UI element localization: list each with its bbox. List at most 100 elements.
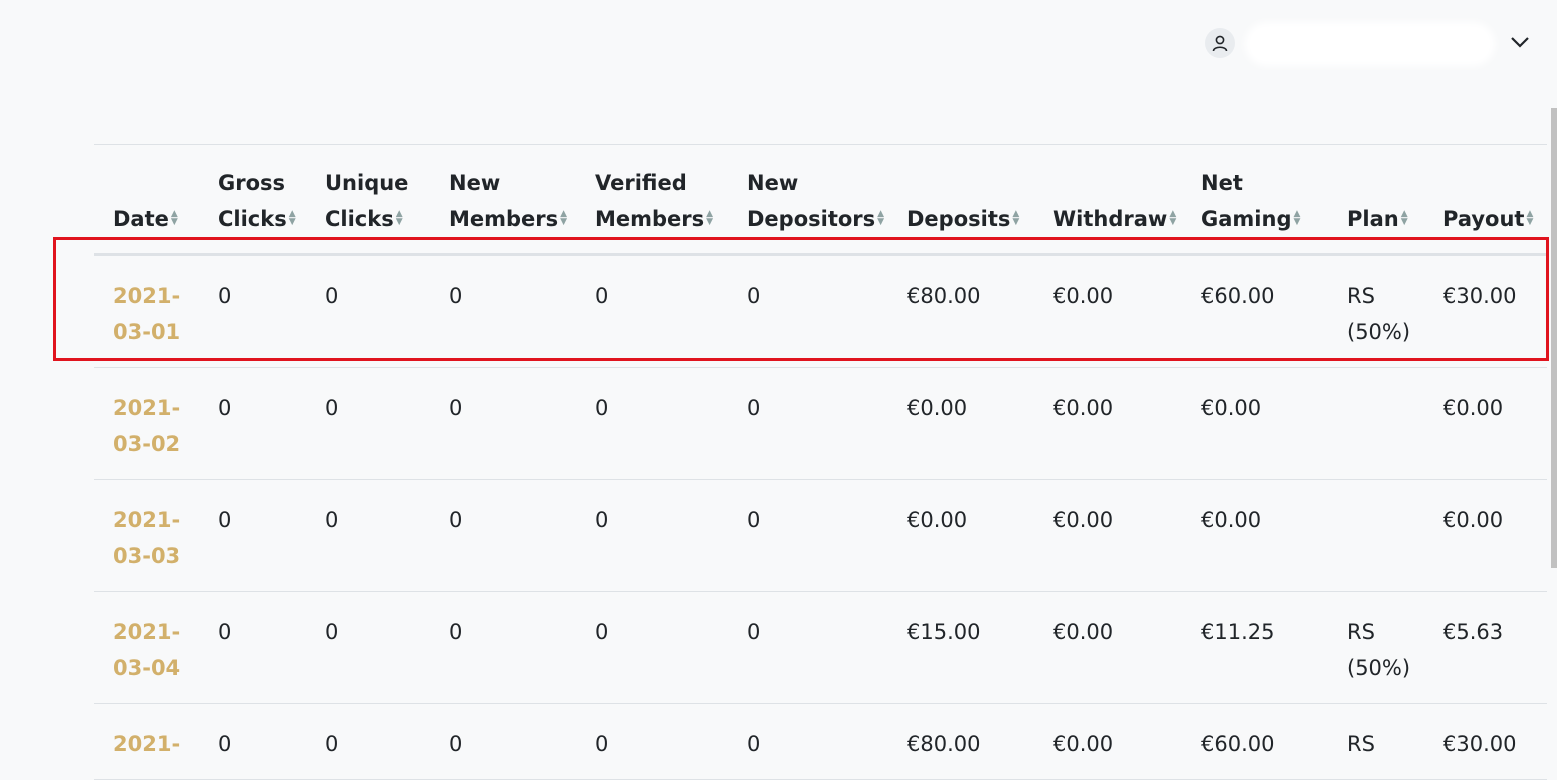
table-row: 2021-03-02 0 0 0 0 0 €0.00 €0.00 €0.00 €0.00 [94, 367, 1547, 480]
stats-table-container: Date ▲ ▼ Gross Clicks ▲ ▼ Unique Clicks ▲ ▼ New M… [94, 144, 1547, 780]
column-header-label: New Depositors [747, 171, 876, 231]
cell-withdraw: €0.00 [1034, 479, 1182, 592]
cell-withdraw: €0.00 [1034, 703, 1182, 780]
cell-payout: €0.00 [1424, 367, 1547, 480]
column-header[interactable]: Plan ▲ ▼ [1328, 144, 1424, 256]
cell-new-members: 0 [430, 367, 576, 480]
cell-date[interactable]: 2021-03-04 [94, 591, 199, 704]
cell-verified-members: 0 [576, 479, 728, 592]
column-header[interactable]: Deposits ▲ ▼ [888, 144, 1034, 256]
cell-verified-members: 0 [576, 367, 728, 480]
column-header[interactable]: New Depositors ▲ ▼ [728, 144, 888, 256]
column-header-label: Date [113, 207, 169, 231]
scrollbar[interactable] [1551, 108, 1557, 568]
column-header[interactable]: Withdraw ▲ ▼ [1034, 144, 1182, 256]
cell-unique-clicks: 0 [306, 254, 430, 368]
username-redacted[interactable] [1245, 22, 1495, 66]
cell-withdraw: €0.00 [1034, 254, 1182, 368]
cell-deposits: €80.00 [888, 703, 1034, 780]
cell-net-gaming: €0.00 [1182, 367, 1328, 480]
sort-icon[interactable]: ▲ ▼ [1169, 210, 1176, 227]
cell-deposits: €0.00 [888, 479, 1034, 592]
table-row: 2021-03-01 0 0 0 0 0 €80.00 €0.00 €60.00 RS (50%)… [94, 254, 1547, 368]
cell-unique-clicks: 0 [306, 703, 430, 780]
cell-new-members: 0 [430, 254, 576, 368]
cell-new-members: 0 [430, 591, 576, 704]
column-header[interactable]: Gross Clicks ▲ ▼ [199, 144, 306, 256]
cell-new-depositors: 0 [728, 367, 888, 480]
cell-date[interactable]: 2021-03-03 [94, 479, 199, 592]
cell-plan [1328, 479, 1424, 592]
sort-icon[interactable]: ▲ ▼ [1012, 210, 1019, 227]
cell-payout: €30.00 [1424, 254, 1547, 368]
cell-withdraw: €0.00 [1034, 591, 1182, 704]
cell-deposits: €0.00 [888, 367, 1034, 480]
cell-net-gaming: €11.25 [1182, 591, 1328, 704]
cell-plan: RS (50%) [1328, 591, 1424, 704]
cell-plan: RS (50%) [1328, 254, 1424, 368]
table-row: 2021-03-04 0 0 0 0 0 €15.00 €0.00 €11.25 RS (50%)… [94, 591, 1547, 704]
cell-gross-clicks: 0 [199, 479, 306, 592]
cell-payout: €30.00 [1424, 703, 1547, 780]
table-header-row: Date ▲ ▼ Gross Clicks ▲ ▼ Unique Clicks ▲ ▼ New M… [94, 144, 1547, 256]
cell-date[interactable]: 2021-03-02 [94, 367, 199, 480]
column-header-label: New Members [449, 171, 559, 231]
column-header-label: Deposits [907, 207, 1011, 231]
cell-gross-clicks: 0 [199, 254, 306, 368]
column-header-label: Payout [1443, 207, 1525, 231]
cell-withdraw: €0.00 [1034, 367, 1182, 480]
sort-icon[interactable]: ▲ ▼ [396, 210, 403, 227]
sort-icon[interactable]: ▲ ▼ [1293, 210, 1300, 227]
cell-net-gaming: €60.00 [1182, 703, 1328, 780]
sort-icon[interactable]: ▲ ▼ [1401, 210, 1408, 227]
cell-unique-clicks: 0 [306, 367, 430, 480]
cell-unique-clicks: 0 [306, 479, 430, 592]
column-header-label: Verified Members [595, 171, 705, 231]
cell-new-depositors: 0 [728, 591, 888, 704]
cell-verified-members: 0 [576, 254, 728, 368]
table-body: 2021-03-01 0 0 0 0 0 €80.00 €0.00 €60.00 RS (50%)… [94, 254, 1547, 780]
column-header-label: Gross Clicks [218, 171, 287, 231]
cell-plan [1328, 367, 1424, 480]
column-header[interactable]: Date ▲ ▼ [94, 144, 199, 256]
top-bar [0, 0, 1557, 90]
cell-net-gaming: €0.00 [1182, 479, 1328, 592]
cell-payout: €0.00 [1424, 479, 1547, 592]
cell-verified-members: 0 [576, 591, 728, 704]
cell-payout: €5.63 [1424, 591, 1547, 704]
column-header[interactable]: Net Gaming ▲ ▼ [1182, 144, 1328, 256]
chevron-down-icon[interactable] [1508, 30, 1532, 54]
sort-icon[interactable]: ▲ ▼ [706, 210, 713, 227]
cell-new-members: 0 [430, 479, 576, 592]
column-header[interactable]: Payout ▲ ▼ [1424, 144, 1547, 256]
cell-verified-members: 0 [576, 703, 728, 780]
column-header[interactable]: Verified Members ▲ ▼ [576, 144, 728, 256]
sort-icon[interactable]: ▲ ▼ [1526, 210, 1533, 227]
cell-deposits: €80.00 [888, 254, 1034, 368]
table-row: 2021- 0 0 0 0 0 €80.00 €0.00 €60.00 RS €30.00 [94, 703, 1547, 780]
cell-date[interactable]: 2021-03-01 [94, 254, 199, 368]
column-header-label: Net Gaming [1201, 171, 1292, 231]
cell-unique-clicks: 0 [306, 591, 430, 704]
sort-icon[interactable]: ▲ ▼ [171, 210, 178, 227]
cell-gross-clicks: 0 [199, 591, 306, 704]
sort-icon[interactable]: ▲ ▼ [560, 210, 567, 227]
cell-new-depositors: 0 [728, 254, 888, 368]
cell-new-depositors: 0 [728, 479, 888, 592]
cell-gross-clicks: 0 [199, 703, 306, 780]
cell-net-gaming: €60.00 [1182, 254, 1328, 368]
cell-date[interactable]: 2021- [94, 703, 199, 780]
stats-table: Date ▲ ▼ Gross Clicks ▲ ▼ Unique Clicks ▲ ▼ New M… [94, 144, 1547, 780]
cell-plan: RS [1328, 703, 1424, 780]
sort-icon[interactable]: ▲ ▼ [289, 210, 296, 227]
cell-new-depositors: 0 [728, 703, 888, 780]
cell-deposits: €15.00 [888, 591, 1034, 704]
user-icon[interactable] [1205, 28, 1235, 58]
cell-gross-clicks: 0 [199, 367, 306, 480]
column-header[interactable]: Unique Clicks ▲ ▼ [306, 144, 430, 256]
column-header-label: Withdraw [1053, 207, 1168, 231]
table-row: 2021-03-03 0 0 0 0 0 €0.00 €0.00 €0.00 €0.00 [94, 479, 1547, 592]
column-header[interactable]: New Members ▲ ▼ [430, 144, 576, 256]
column-header-label: Plan [1347, 207, 1399, 231]
sort-icon[interactable]: ▲ ▼ [877, 210, 884, 227]
